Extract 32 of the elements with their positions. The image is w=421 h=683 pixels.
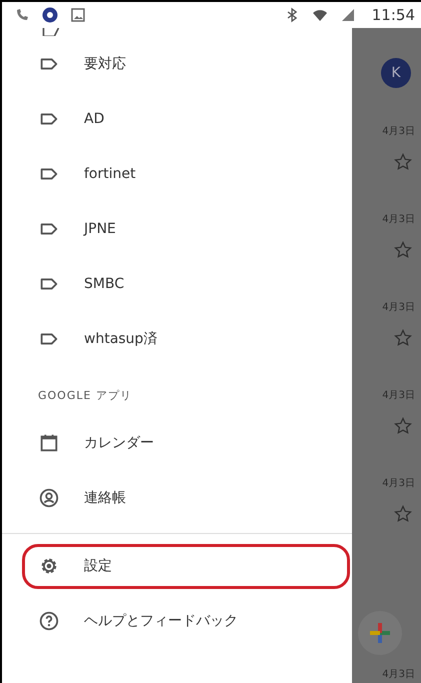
section-header: GOOGLE アプリ	[37, 388, 133, 404]
drawer-item[interactable]: 連絡帳	[2, 470, 352, 525]
image-icon	[70, 7, 86, 23]
email-date: 4月3日	[382, 477, 415, 490]
help-icon	[38, 610, 60, 632]
clock-time: 11:54	[372, 6, 415, 24]
compose-plus-icon	[368, 621, 392, 645]
app-badge-icon	[42, 7, 58, 23]
email-date: 4月3日	[382, 301, 415, 314]
email-date: 4月3日	[382, 668, 415, 681]
signal-icon	[340, 7, 356, 23]
star-icon[interactable]	[393, 240, 413, 260]
email-date: 4月3日	[382, 125, 415, 138]
drawer-item[interactable]: AD	[2, 91, 352, 146]
star-icon[interactable]	[393, 416, 413, 436]
email-date: 4月3日	[382, 213, 415, 226]
wifi-icon	[312, 7, 328, 23]
drawer-item[interactable]: 要対応	[2, 36, 352, 91]
drawer-item[interactable]: 設定	[2, 538, 352, 593]
avatar[interactable]: K	[381, 58, 411, 88]
star-icon[interactable]	[393, 328, 413, 348]
person-circle-icon	[38, 486, 60, 508]
drawer-item[interactable]: ヘルプとフィードバック	[2, 593, 352, 648]
drawer-item[interactable]: カレンダー	[2, 415, 352, 470]
star-icon[interactable]	[393, 152, 413, 172]
drawer-item[interactable]: whtasup済	[2, 311, 352, 366]
drawer-item[interactable]: SMBC	[2, 256, 352, 311]
call-icon	[14, 7, 30, 23]
star-icon[interactable]	[393, 504, 413, 524]
drawer-item[interactable]: JPNE	[2, 201, 352, 256]
email-date: 4月3日	[382, 389, 415, 402]
drawer-item[interactable]: fortinet	[2, 146, 352, 201]
